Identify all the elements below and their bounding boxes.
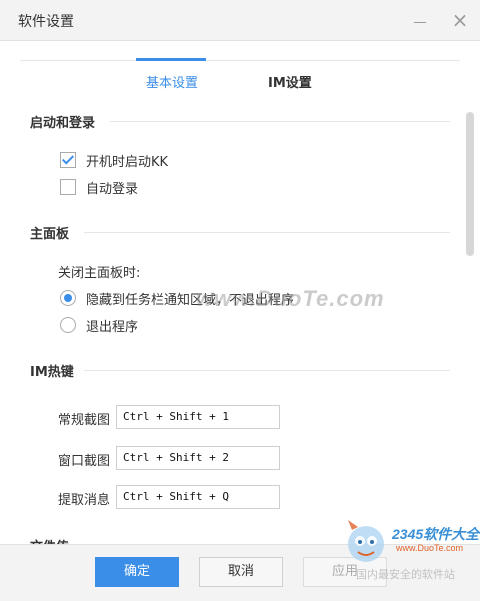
tab-basic-settings[interactable]: 基本设置: [146, 72, 198, 91]
radio-exit-program[interactable]: 退出程序: [60, 316, 139, 335]
checkbox-checked-icon[interactable]: [60, 152, 76, 168]
checkbox-autologin[interactable]: 自动登录: [60, 178, 139, 197]
tab-im-settings[interactable]: IM设置: [268, 72, 312, 91]
watermark-text: www.DuoTe.com: [196, 286, 385, 311]
settings-content[interactable]: 启动和登录 开机时启动KK 自动登录 主面板 关闭主面板时: 隐藏到任务栏通知区…: [0, 96, 480, 544]
hotkey-label-window-screenshot: 窗口截图: [58, 454, 111, 469]
tabs-divider: [20, 60, 460, 61]
scrollbar-thumb[interactable]: [466, 112, 474, 256]
section-title-startup: 启动和登录: [30, 116, 96, 131]
radio-selected-icon[interactable]: [60, 290, 76, 306]
logo-url-text: www.DuoTe.com: [396, 543, 464, 553]
minimize-icon[interactable]: [408, 8, 432, 32]
hotkey-label-screenshot: 常规截图: [58, 413, 111, 428]
hotkey-input-window-screenshot[interactable]: Ctrl + Shift + 2: [116, 446, 280, 470]
section-divider: [84, 370, 450, 371]
checkbox-icon[interactable]: [60, 179, 76, 195]
logo-brand-text: 2345软件大全: [392, 526, 480, 542]
checkbox-autostart-label: 开机时启动KK: [86, 154, 169, 170]
hotkey-input-extract-message[interactable]: Ctrl + Shift + Q: [116, 485, 280, 509]
checkbox-autostart[interactable]: 开机时启动KK: [60, 151, 169, 170]
checkbox-autologin-label: 自动登录: [86, 181, 139, 197]
ok-button[interactable]: 确定: [95, 557, 179, 587]
active-tab-indicator: [136, 58, 206, 61]
section-title-partial: 文件传: [30, 536, 69, 544]
section-divider: [110, 121, 450, 122]
radio-exit-program-label: 退出程序: [86, 319, 139, 335]
window-title: 软件设置: [18, 14, 74, 30]
section-divider: [84, 232, 450, 233]
close-icon[interactable]: ×: [448, 8, 472, 32]
close-panel-prompt: 关闭主面板时:: [58, 266, 141, 281]
hotkey-input-screenshot[interactable]: Ctrl + Shift + 1: [116, 405, 280, 429]
radio-icon[interactable]: [60, 317, 76, 333]
hotkey-label-extract-message: 提取消息: [58, 493, 111, 508]
section-title-main-panel: 主面板: [30, 227, 70, 242]
title-bar: 软件设置 ×: [0, 0, 480, 41]
section-title-hotkeys: IM热键: [30, 365, 74, 380]
cancel-button[interactable]: 取消: [199, 557, 283, 587]
logo-sub-text: 国内最安全的软件站: [356, 568, 455, 581]
